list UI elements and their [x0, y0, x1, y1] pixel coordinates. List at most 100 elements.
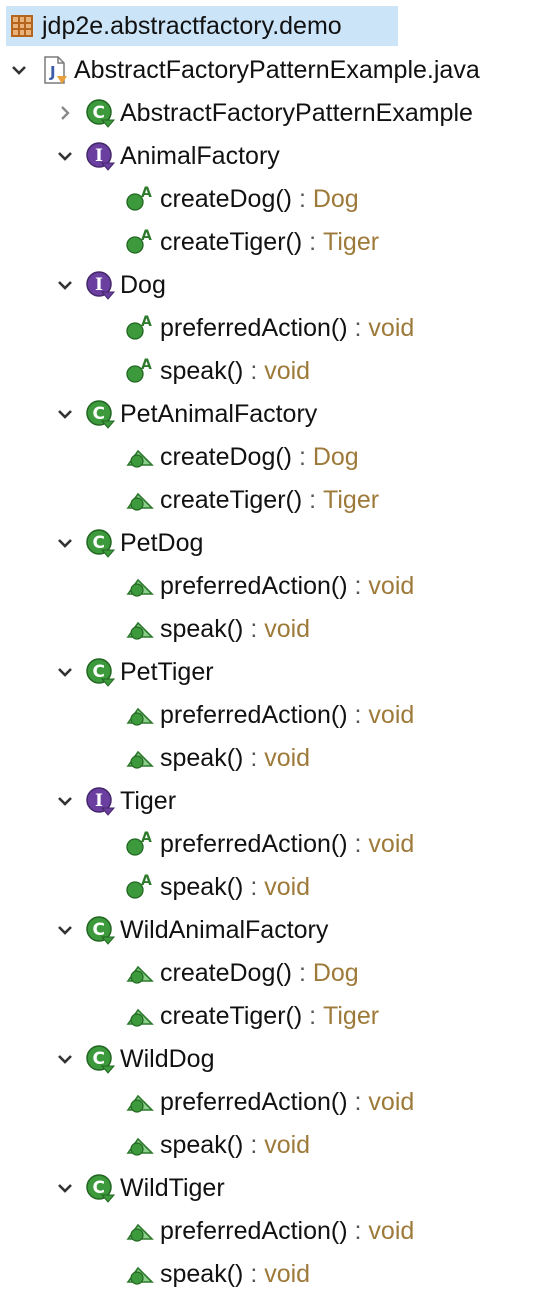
chevron-down-icon[interactable] [52, 1168, 78, 1208]
chevron-right-icon[interactable] [52, 93, 78, 133]
type-separator: : [302, 485, 324, 514]
chevron-down-icon[interactable] [52, 523, 78, 563]
method-label: speak() [160, 872, 244, 901]
type-label: PetAnimalFactory [120, 399, 318, 428]
method-label: preferredAction() [160, 571, 348, 600]
chevron-down-icon[interactable] [6, 50, 32, 90]
abstract-method-icon: A [124, 828, 160, 860]
package-method-icon [124, 570, 160, 602]
class-icon: C [84, 1172, 120, 1204]
interface-icon: I [84, 785, 120, 817]
method-node[interactable]: AcreateDog() : Dog [124, 179, 359, 219]
method-node[interactable]: AcreateTiger() : Tiger [124, 222, 379, 262]
method-node[interactable]: preferredAction() : void [124, 1211, 414, 1251]
method-node[interactable]: speak() : void [124, 738, 310, 778]
method-label: preferredAction() [160, 829, 348, 858]
type-separator: : [302, 1001, 324, 1030]
package-method-icon [124, 441, 160, 473]
method-label: createDog() [160, 184, 292, 213]
method-node[interactable]: createDog() : Dog [124, 953, 359, 993]
class-icon: C [84, 914, 120, 946]
type-separator: : [292, 184, 313, 213]
method-label: speak() [160, 743, 244, 772]
type-node[interactable]: C WildDog [52, 1039, 214, 1079]
return-type: Dog [312, 184, 359, 213]
type-label: WildTiger [120, 1173, 225, 1202]
type-separator: : [292, 442, 313, 471]
method-node[interactable]: Aspeak() : void [124, 351, 310, 391]
method-node[interactable]: speak() : void [124, 1254, 310, 1294]
type-node[interactable]: C WildTiger [52, 1168, 225, 1208]
method-node[interactable]: Aspeak() : void [124, 867, 310, 907]
type-label: PetTiger [120, 657, 214, 686]
type-separator: : [243, 1259, 265, 1288]
class-icon: C [84, 527, 120, 559]
return-type: void [264, 1130, 311, 1159]
chevron-down-icon[interactable] [52, 781, 78, 821]
type-separator: : [243, 356, 265, 385]
chevron-down-icon[interactable] [52, 652, 78, 692]
package-method-icon [124, 1129, 160, 1161]
package-method-icon [124, 1000, 160, 1032]
svg-text:A: A [141, 314, 152, 330]
method-label: preferredAction() [160, 1216, 348, 1245]
method-node[interactable]: preferredAction() : void [124, 695, 414, 735]
type-separator: : [347, 700, 369, 729]
type-label: PetDog [120, 528, 204, 557]
chevron-down-icon[interactable] [52, 265, 78, 305]
abstract-method-icon: A [124, 871, 160, 903]
method-node[interactable]: speak() : void [124, 1125, 310, 1165]
svg-text:A: A [141, 873, 152, 889]
type-label: AbstractFactoryPatternExample [120, 98, 473, 127]
type-node[interactable]: C PetTiger [52, 652, 214, 692]
method-node[interactable]: createTiger() : Tiger [124, 996, 379, 1036]
svg-text:A: A [141, 830, 152, 846]
type-node[interactable]: I AnimalFactory [52, 136, 280, 176]
return-type: void [264, 614, 311, 643]
chevron-down-icon[interactable] [52, 136, 78, 176]
method-node[interactable]: preferredAction() : void [124, 566, 414, 606]
type-node[interactable]: I Dog [52, 265, 166, 305]
method-node[interactable]: ApreferredAction() : void [124, 824, 414, 864]
method-label: preferredAction() [160, 1087, 348, 1116]
svg-text:A: A [141, 185, 152, 201]
method-label: preferredAction() [160, 313, 348, 342]
return-type: Tiger [323, 227, 380, 256]
return-type: void [368, 829, 415, 858]
package-method-icon [124, 484, 160, 516]
type-node[interactable]: I Tiger [52, 781, 176, 821]
method-node[interactable]: createTiger() : Tiger [124, 480, 379, 520]
return-type: Dog [312, 442, 359, 471]
type-separator: : [347, 1216, 369, 1245]
type-separator: : [243, 872, 265, 901]
type-node[interactable]: C WildAnimalFactory [52, 910, 328, 950]
svg-text:A: A [141, 228, 152, 244]
method-label: createTiger() [160, 1001, 303, 1030]
type-label: Tiger [120, 786, 177, 815]
return-type: void [264, 743, 311, 772]
return-type: Dog [312, 958, 359, 987]
type-node[interactable]: C PetDog [52, 523, 203, 563]
method-node[interactable]: createDog() : Dog [124, 437, 359, 477]
package-label: jdp2e.abstractfactory.demo [42, 11, 342, 40]
type-node[interactable]: C AbstractFactoryPatternExample [52, 93, 473, 133]
package-method-icon [124, 699, 160, 731]
package-method-icon [124, 1215, 160, 1247]
file-node[interactable]: J AbstractFactoryPatternExample.java [6, 50, 480, 90]
type-label: AnimalFactory [120, 141, 280, 170]
class-icon: C [84, 398, 120, 430]
type-node[interactable]: C PetAnimalFactory [52, 394, 317, 434]
class-icon: C [84, 1043, 120, 1075]
method-node[interactable]: speak() : void [124, 609, 310, 649]
method-label: speak() [160, 1130, 244, 1159]
method-label: createTiger() [160, 485, 303, 514]
return-type: void [368, 571, 415, 600]
chevron-down-icon[interactable] [52, 1039, 78, 1079]
method-node[interactable]: ApreferredAction() : void [124, 308, 414, 348]
chevron-down-icon[interactable] [52, 394, 78, 434]
package-node[interactable]: jdp2e.abstractfactory.demo [6, 6, 398, 46]
abstract-method-icon: A [124, 226, 160, 258]
chevron-down-icon[interactable] [52, 910, 78, 950]
class-icon: C [84, 656, 120, 688]
method-node[interactable]: preferredAction() : void [124, 1082, 414, 1122]
